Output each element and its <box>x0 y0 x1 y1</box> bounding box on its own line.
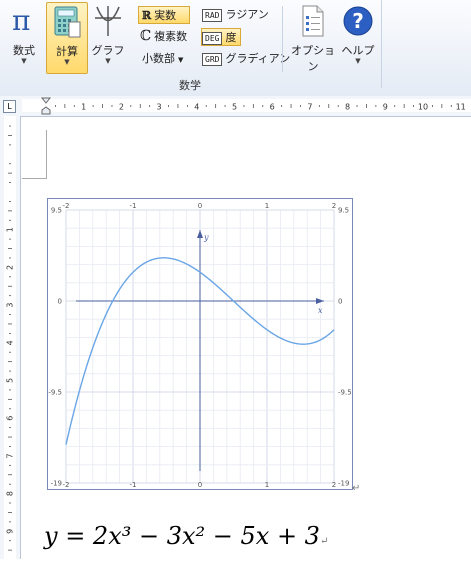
ruler-label: 7 <box>307 103 312 112</box>
x-tick-label-top: -1 <box>130 202 137 210</box>
real-icon: ℝ <box>142 9 152 22</box>
horizontal-ruler[interactable]: 1 2 3 4 5 6 7 8 9 10 11 <box>0 96 471 117</box>
x-tick-label-top: 0 <box>198 202 202 210</box>
ruler-text-area <box>22 99 471 112</box>
y-tick-label-left: 9.5 <box>51 207 62 215</box>
degree-button[interactable]: DEG 度 <box>201 28 242 46</box>
options-button[interactable]: オプション <box>288 2 338 73</box>
x-tick-label-bottom: -2 <box>63 481 70 489</box>
ruler-label: 4 <box>6 340 15 345</box>
x-tick-label-bottom: 2 <box>332 481 336 489</box>
help-button[interactable]: ? ヘルプ ▼ <box>338 2 378 72</box>
y-tick-label-left: 0 <box>58 298 62 306</box>
ruler-label: 5 <box>6 378 15 383</box>
ruler-label: 10 <box>418 103 428 112</box>
ruler-label: 8 <box>345 103 350 112</box>
y-tick-label-left: -9.5 <box>48 389 62 397</box>
ruler-label: 6 <box>6 416 15 421</box>
tab-selector[interactable]: L <box>3 100 16 113</box>
ruler-label: 3 <box>6 303 15 308</box>
ruler-label: 2 <box>119 103 124 112</box>
vertical-ruler-ticks: 1 2 3 4 5 6 7 8 9 <box>4 116 16 559</box>
chevron-down-icon: ▼ <box>178 56 184 64</box>
paragraph-mark-icon: ↵ <box>319 536 329 547</box>
x-tick-label-bottom: -1 <box>130 481 137 489</box>
pi-icon: π <box>12 4 31 37</box>
ruler-label: 6 <box>270 103 275 112</box>
chevron-down-icon: ▼ <box>355 57 361 65</box>
complex-icon: ℂ <box>140 28 152 44</box>
real-number-button[interactable]: ℝ 実数 <box>138 6 190 24</box>
margin-marker <box>22 130 47 179</box>
paragraph-mark-icon: ↵ <box>352 483 361 494</box>
calculator-icon <box>54 6 81 38</box>
ruler-label: 3 <box>157 103 162 112</box>
ruler-label: 1 <box>81 103 86 112</box>
horizontal-ruler-ticks: 1 2 3 4 5 6 7 8 9 10 11 <box>22 97 471 115</box>
ruler-label: 5 <box>232 103 237 112</box>
ruler-label: 7 <box>6 453 15 458</box>
decimal-places-dropdown[interactable]: 小数部 ▼ <box>142 50 183 66</box>
x-tick-label-top: 2 <box>332 202 336 210</box>
equation[interactable]: y = 2x³ − 3x² − 5x + 3↵ <box>44 522 328 550</box>
calculate-button[interactable]: 計算 ▼ <box>46 2 88 74</box>
chevron-down-icon: ▼ <box>64 58 70 66</box>
ruler-label: 9 <box>383 103 388 112</box>
ruler-label: 8 <box>6 491 15 496</box>
help-icon: ? <box>343 6 373 36</box>
ruler-label: 1 <box>6 227 15 232</box>
x-tick-label-bottom: 0 <box>198 481 202 489</box>
chevron-down-icon: ▼ <box>21 57 27 65</box>
ruler-label: 9 <box>6 529 15 534</box>
ruler-label: 2 <box>6 265 15 270</box>
y-tick-label-right: 9.5 <box>338 207 349 215</box>
x-tick-label-top: 1 <box>265 202 269 210</box>
svg-text:?: ? <box>352 9 364 33</box>
ruler-label: 11 <box>456 103 466 112</box>
options-document-icon <box>302 5 324 37</box>
ribbon: π 数式 ▼ 計算 ▼ グラフ ▼ ℝ 実数 ℂ 複素数 小数部 ▼ RAD ラ… <box>0 0 471 97</box>
y-tick-label-right: 0 <box>338 298 342 306</box>
ruler-label: 4 <box>194 103 199 112</box>
gradian-button[interactable]: GRD グラディアン <box>202 50 290 66</box>
complex-number-button[interactable]: ℂ 複素数 <box>140 28 187 44</box>
equation-text: y = 2x³ − 3x² − 5x + 3 <box>44 522 320 550</box>
vertical-ruler[interactable]: 1 2 3 4 5 6 7 8 9 <box>0 116 21 559</box>
y-tick-label-left: -19 <box>51 480 62 488</box>
formula-button[interactable]: π 数式 ▼ <box>4 2 44 72</box>
ribbon-right-edge <box>381 0 382 88</box>
y-axis-label: y <box>203 233 209 242</box>
x-tick-label-bottom: 1 <box>265 481 269 489</box>
group-separator <box>282 6 283 72</box>
y-tick-label-right: -9.5 <box>338 389 352 397</box>
x-axis-label: x <box>318 306 323 315</box>
radian-button[interactable]: RAD ラジアン <box>202 6 269 22</box>
function-graph[interactable]: x y -2 -2 -1 -1 0 0 1 1 2 2 9.5 9.5 0 0 -9.5 -9.5 -19 -19 <box>47 198 353 494</box>
x-tick-label-top: -2 <box>63 202 70 210</box>
graph-plot: xy-2-2-1-10011229.5 9.50 0-9.5 -9.5-19 -19 <box>47 198 353 490</box>
graph-button[interactable]: グラフ ▼ <box>88 2 128 72</box>
y-tick-label-right: -19 <box>338 480 349 488</box>
chevron-down-icon: ▼ <box>105 57 111 65</box>
graph-icon <box>95 6 121 36</box>
group-label: 数学 <box>179 79 201 92</box>
